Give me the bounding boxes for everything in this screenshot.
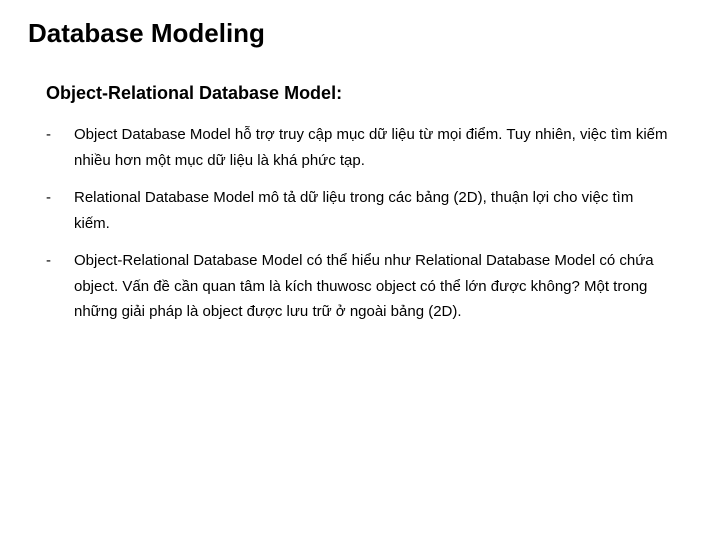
bullet-list: - Object Database Model hỗ trợ truy cập …: [46, 122, 692, 325]
bullet-text: Object-Relational Database Model có thể …: [74, 248, 692, 325]
list-item: - Object-Relational Database Model có th…: [46, 248, 692, 325]
bullet-dash-icon: -: [46, 185, 74, 236]
list-item: - Object Database Model hỗ trợ truy cập …: [46, 122, 692, 173]
page-title: Database Modeling: [28, 18, 692, 49]
bullet-dash-icon: -: [46, 248, 74, 325]
section-subtitle: Object-Relational Database Model:: [46, 83, 692, 104]
bullet-text: Relational Database Model mô tả dữ liệu …: [74, 185, 692, 236]
list-item: - Relational Database Model mô tả dữ liệ…: [46, 185, 692, 236]
bullet-text: Object Database Model hỗ trợ truy cập mụ…: [74, 122, 692, 173]
bullet-dash-icon: -: [46, 122, 74, 173]
slide: Database Modeling Object-Relational Data…: [0, 0, 720, 357]
